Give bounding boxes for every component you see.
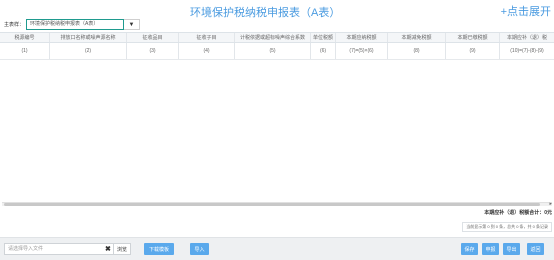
index-cell: (6) [311,43,336,59]
grid-header-row: 税源编号 排放口名称或噪声源名称 征收品目 征收子目 计税依据或超标噪声综合系数… [0,32,554,43]
index-cell: (5) [235,43,311,59]
index-cell: (7)=(5)×(6) [336,43,388,59]
index-cell: (8) [388,43,446,59]
footer-toolbar: 请选择导入文件 ✖ 浏览 下载模板 导入 保存 申报 导出 返回 [0,237,554,260]
column-header-tax-paid[interactable]: 本期已缴税额 [446,33,500,42]
index-cell: (3) [127,43,179,59]
scrollbar-thumb[interactable] [4,203,540,206]
download-template-button[interactable]: 下载模板 [144,243,174,255]
title-bar: 环境保护税纳税申报表（A表） +点击展开 [0,0,554,19]
save-button[interactable]: 保存 [461,243,478,255]
horizontal-scrollbar[interactable]: ▸ [2,201,552,207]
clear-icon[interactable]: ✖ [105,245,111,254]
table-select[interactable]: 环境保护税纳税申报表（A表） [26,19,125,30]
pagination-info: 当前显示第 0 到 0 条，总共 0 条，共 0 条记录 [462,222,552,232]
export-button[interactable]: 导出 [503,243,520,255]
import-button[interactable]: 导入 [190,243,209,255]
column-header-tax-subitem[interactable]: 征收子目 [179,33,235,42]
column-header-outlet-name[interactable]: 排放口名称或噪声源名称 [50,33,127,42]
column-header-tax-basis[interactable]: 计税依据或超标噪声综合系数 [235,33,311,42]
column-header-source-id[interactable]: 税源编号 [0,33,50,42]
chevron-down-icon[interactable]: ▼ [124,19,141,30]
table-select-row: 主表样： 环境保护税纳税申报表（A表） ▼ [4,18,141,31]
index-cell: (9) [446,43,500,59]
declare-button[interactable]: 申报 [482,243,499,255]
column-header-tax-item[interactable]: 征收品目 [127,33,179,42]
column-header-tax-relief[interactable]: 本期减免税额 [388,33,446,42]
column-header-tax-payable[interactable]: 本期应纳税额 [336,33,388,42]
browse-button[interactable]: 浏览 [114,243,131,255]
back-button[interactable]: 返回 [527,243,544,255]
page-title: 环境保护税纳税申报表（A表） [190,7,341,19]
index-cell: (4) [179,43,235,59]
total-tax-line: 本期应补（退）税额合计：0元 [484,210,552,216]
column-header-tax-due[interactable]: 本期应补（退）税 [500,33,554,42]
index-cell: (2) [50,43,127,59]
declaration-grid: 税源编号 排放口名称或噪声源名称 征收品目 征收子目 计税依据或超标噪声综合系数… [0,32,554,60]
index-cell: (10)=(7)-(8)-(9) [510,48,544,54]
scroll-right-icon[interactable]: ▸ [549,201,552,207]
table-select-label: 主表样： [4,22,25,28]
file-input-placeholder: 请选择导入文件 [8,246,44,252]
index-cell: (1) [0,43,50,59]
grid-index-row: (1) (2) (3) (4) (5) (6) (7)=(5)×(6) (8) … [0,43,554,60]
import-file-input[interactable]: 请选择导入文件 ✖ [4,243,114,255]
expand-link[interactable]: +点击展开 [501,3,551,19]
column-header-unit-tax[interactable]: 单位税额 [311,33,336,42]
